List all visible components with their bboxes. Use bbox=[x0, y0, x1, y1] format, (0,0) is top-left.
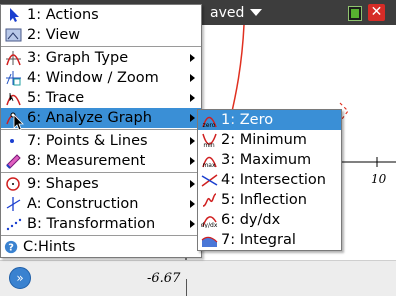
menu-item-measurement[interactable]: 8: Measurement bbox=[1, 151, 201, 171]
submenu-item-maximum[interactable]: max 3: Maximum bbox=[198, 150, 341, 170]
submenu-arrow-icon bbox=[190, 137, 195, 145]
svg-text:?: ? bbox=[8, 243, 14, 254]
main-menu: 1: Actions 2: View 3: Graph Type 4: Wind… bbox=[0, 4, 202, 258]
function-curve[interactable] bbox=[229, 25, 245, 121]
menu-item-view[interactable]: 2: View bbox=[1, 25, 201, 45]
menu-item-analyze-graph[interactable]: 6: Analyze Graph bbox=[1, 108, 201, 128]
inflection-icon bbox=[202, 193, 217, 207]
svg-text:zero: zero bbox=[203, 122, 216, 128]
close-button[interactable]: ✕ bbox=[368, 4, 385, 21]
menu-item-transformation[interactable]: B: Transformation bbox=[1, 214, 201, 234]
help-icon: ? bbox=[4, 240, 18, 254]
menu-item-hints[interactable]: ? C:Hints bbox=[1, 237, 201, 257]
maximum-icon: max bbox=[202, 156, 217, 168]
transformation-icon bbox=[6, 218, 22, 231]
submenu-arrow-icon bbox=[190, 220, 195, 228]
submenu-arrow-icon bbox=[190, 114, 195, 122]
submenu-arrow-icon bbox=[190, 74, 195, 82]
submenu-arrow-icon bbox=[190, 54, 195, 62]
window-min-value: -6.67 bbox=[147, 271, 181, 286]
bottom-bar: » -6.67 bbox=[0, 260, 396, 296]
actions-cursor-icon bbox=[10, 8, 19, 22]
svg-text:dy/dx: dy/dx bbox=[201, 222, 218, 228]
submenu-arrow-icon bbox=[190, 200, 195, 208]
menu-item-construction[interactable]: A: Construction bbox=[1, 194, 201, 214]
view-icon bbox=[5, 28, 22, 42]
integral-icon bbox=[201, 236, 218, 247]
circle-shape-icon bbox=[6, 177, 20, 191]
dydx-icon: dy/dx bbox=[201, 216, 218, 228]
construction-icon bbox=[6, 197, 21, 211]
x-tick-label: 10 bbox=[371, 172, 387, 186]
points-lines-icon bbox=[10, 139, 14, 143]
zero-icon: zero bbox=[202, 116, 217, 128]
menu-separator bbox=[1, 46, 201, 47]
submenu-item-intersection[interactable]: 4: Intersection bbox=[198, 170, 341, 190]
menu-item-window-zoom[interactable]: 4: Window / Zoom bbox=[1, 68, 201, 88]
menu-separator bbox=[1, 129, 201, 130]
intersection-icon bbox=[201, 174, 218, 187]
menu-separator bbox=[1, 172, 201, 173]
submenu-arrow-icon bbox=[190, 180, 195, 188]
menu-separator bbox=[1, 235, 201, 236]
submenu-item-dydx[interactable]: dy/dx 6: dy/dx bbox=[198, 210, 341, 230]
menu-item-trace[interactable]: 5: Trace bbox=[1, 88, 201, 108]
submenu-arrow-icon bbox=[190, 94, 195, 102]
expand-icon[interactable]: » bbox=[9, 267, 31, 289]
submenu-item-integral[interactable]: 7: Integral bbox=[198, 230, 341, 250]
submenu-item-minimum[interactable]: min 2: Minimum bbox=[198, 130, 341, 150]
ruler-icon bbox=[6, 154, 21, 169]
menu-item-points-lines[interactable]: 7: Points & Lines bbox=[1, 131, 201, 151]
axis-tick-mark bbox=[186, 279, 187, 296]
submenu-item-zero[interactable]: zero 1: Zero bbox=[198, 110, 341, 130]
menu-item-actions[interactable]: 1: Actions bbox=[1, 5, 201, 25]
submenu-item-inflection[interactable]: 5: Inflection bbox=[198, 190, 341, 210]
menu-item-graph-type[interactable]: 3: Graph Type bbox=[1, 48, 201, 68]
svg-text:max: max bbox=[202, 162, 216, 168]
submenu-arrow-icon bbox=[190, 157, 195, 165]
svg-text:min: min bbox=[203, 142, 215, 148]
document-title[interactable]: aved bbox=[210, 5, 263, 21]
battery-icon bbox=[348, 6, 362, 21]
menu-item-shapes[interactable]: 9: Shapes bbox=[1, 174, 201, 194]
minimum-icon: min bbox=[202, 133, 217, 148]
analyze-graph-submenu: zero 1: Zero min 2: Minimum max 3: Maxim… bbox=[197, 109, 342, 251]
trace-icon bbox=[6, 93, 21, 106]
window-zoom-icon bbox=[6, 71, 21, 86]
graph-type-icon bbox=[6, 51, 21, 66]
mouse-pointer-icon bbox=[13, 114, 24, 131]
chevron-down-icon[interactable] bbox=[250, 9, 263, 16]
